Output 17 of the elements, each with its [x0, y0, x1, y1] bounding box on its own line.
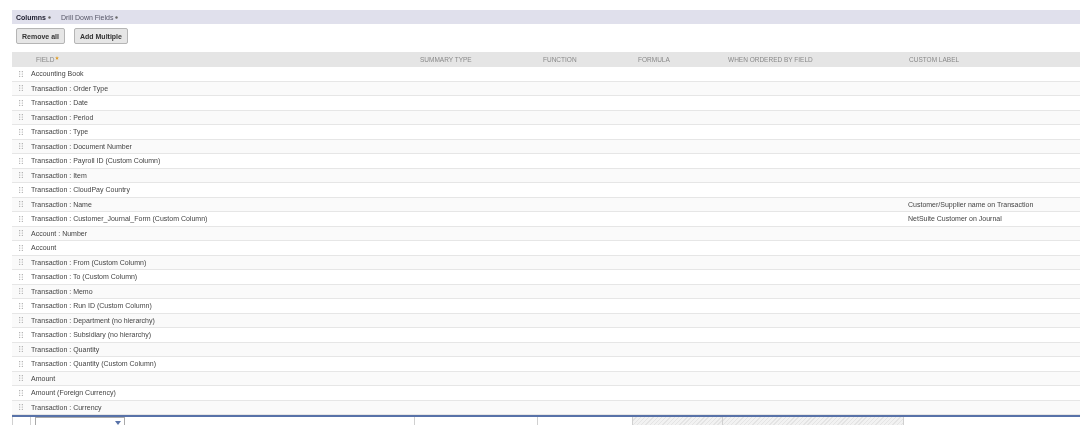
drag-handle-icon[interactable] — [19, 143, 23, 150]
drag-handle-icon[interactable] — [19, 404, 23, 411]
drag-handle-icon[interactable] — [19, 85, 23, 92]
caret-icon — [115, 421, 121, 425]
drag-handle-icon[interactable] — [19, 201, 23, 208]
drag-handle-icon[interactable] — [19, 70, 23, 77]
drag-handle-icon[interactable] — [19, 244, 23, 251]
dropdown-dot-icon — [115, 15, 119, 19]
drag-handle-icon[interactable] — [19, 186, 23, 193]
drag-handle-icon[interactable] — [19, 172, 23, 179]
drag-handle-icon[interactable] — [19, 157, 23, 164]
drag-handle-icon[interactable] — [19, 230, 23, 237]
dropdown-dot-icon — [47, 15, 51, 19]
drag-handle-icon[interactable] — [19, 215, 23, 222]
drag-handle-icon[interactable] — [19, 128, 23, 135]
drag-handle-icon[interactable] — [19, 99, 23, 106]
drag-handle-icon[interactable] — [19, 114, 23, 121]
